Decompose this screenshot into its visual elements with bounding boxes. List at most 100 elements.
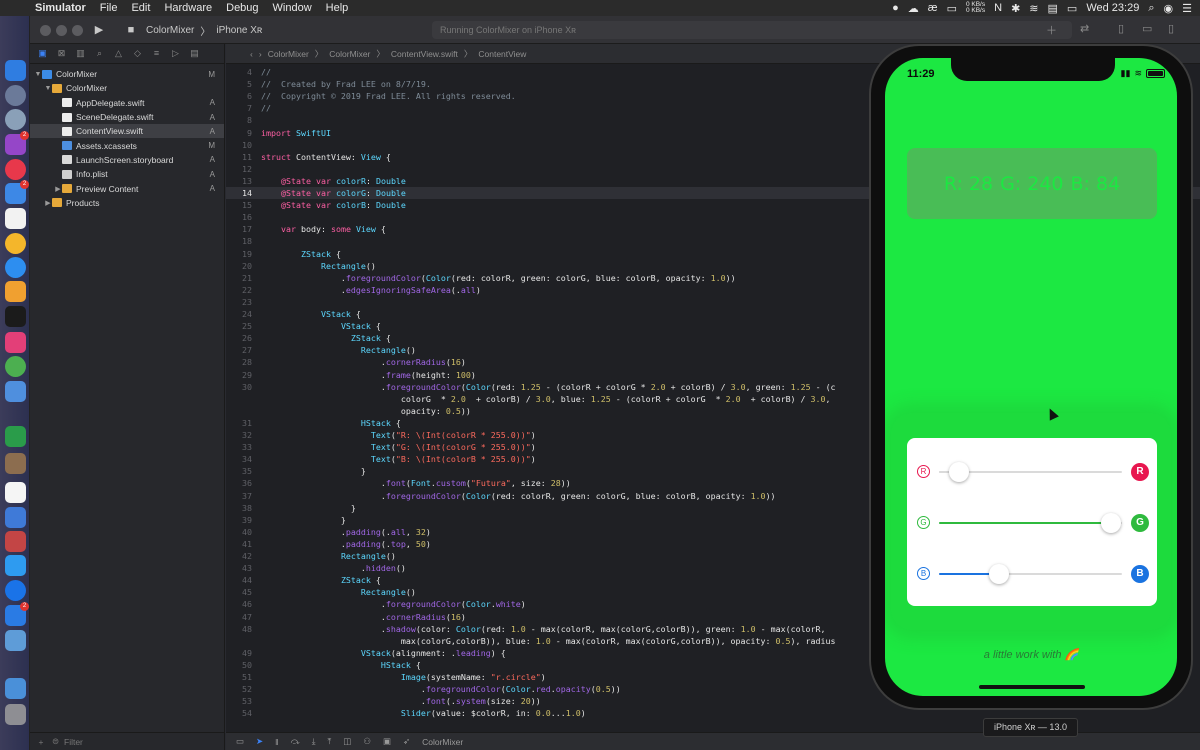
- menu-hardware[interactable]: Hardware: [157, 0, 219, 16]
- menu-window[interactable]: Window: [266, 0, 319, 16]
- music-icon[interactable]: [5, 332, 26, 353]
- green-slider-track[interactable]: [939, 522, 1122, 524]
- menu-edit[interactable]: Edit: [124, 0, 157, 16]
- notion-icon[interactable]: N: [994, 2, 1002, 14]
- disclosure-open-icon[interactable]: ▼: [34, 71, 42, 78]
- report-icon[interactable]: ▤: [188, 48, 201, 59]
- breadcrumb-project[interactable]: ColorMixer: [268, 49, 309, 59]
- notification-center-icon[interactable]: ☰: [1182, 2, 1192, 15]
- pause-icon[interactable]: ‖: [275, 737, 279, 747]
- inspector-toggle-icon[interactable]: ▯: [1168, 22, 1174, 38]
- source-control-icon[interactable]: ⊠: [55, 48, 68, 59]
- add-icon[interactable]: +: [30, 737, 52, 747]
- tree-row-file[interactable]: Info.plist A: [30, 167, 224, 181]
- debug-area-icon[interactable]: ▭: [236, 736, 244, 747]
- tree-row-group[interactable]: ▶ Products: [30, 196, 224, 210]
- battery-icon[interactable]: ▭: [1067, 2, 1077, 15]
- safari-icon[interactable]: [5, 109, 26, 130]
- tree-row-group[interactable]: ▶ Preview Content A: [30, 181, 224, 195]
- sketch-icon[interactable]: [5, 281, 26, 302]
- code-review-icon[interactable]: ⇄: [1080, 22, 1089, 38]
- step-into-icon[interactable]: ⤓: [312, 736, 316, 747]
- downloads-folder-icon[interactable]: [5, 678, 26, 699]
- symbol-icon[interactable]: ▥: [74, 48, 87, 59]
- disclosure-closed-icon[interactable]: ▶: [54, 185, 62, 193]
- debug-icon[interactable]: ≡: [150, 48, 163, 59]
- step-out-icon[interactable]: ⤒: [328, 736, 332, 747]
- bluetooth-icon[interactable]: ✱: [1011, 2, 1020, 15]
- search-icon[interactable]: ⌕: [1148, 2, 1154, 15]
- news-icon[interactable]: [5, 159, 26, 180]
- messages-icon[interactable]: [5, 257, 26, 278]
- simulator-icon[interactable]: 2: [5, 602, 29, 626]
- sequel-icon[interactable]: [5, 453, 26, 474]
- photos-icon[interactable]: [5, 233, 26, 254]
- disclosure-closed-icon[interactable]: ▶: [44, 199, 52, 207]
- breadcrumb-file[interactable]: ContentView.swift: [391, 49, 458, 59]
- location-icon[interactable]: ➶: [403, 736, 410, 747]
- navigator-toggle-icon[interactable]: ▯: [1118, 22, 1124, 38]
- minimize-window-button[interactable]: [56, 25, 67, 36]
- breakpoint-icon[interactable]: ▷: [169, 48, 182, 59]
- dictionary-icon[interactable]: [5, 531, 26, 552]
- tree-row-file[interactable]: SceneDelegate.swift A: [30, 110, 224, 124]
- maps-icon[interactable]: [5, 356, 26, 377]
- green-slider-thumb[interactable]: [1101, 513, 1122, 533]
- back-icon[interactable]: ‹: [250, 49, 253, 59]
- menu-file[interactable]: File: [93, 0, 125, 16]
- tree-row-file[interactable]: AppDelegate.swift A: [30, 96, 224, 110]
- trash-icon[interactable]: [5, 704, 26, 725]
- tree-row-file[interactable]: Assets.xcassets M: [30, 138, 224, 152]
- scheme-selector[interactable]: ColorMixer 〉 iPhone Xʀ: [146, 22, 262, 38]
- debug-area-toggle-icon[interactable]: ▭: [1142, 22, 1152, 38]
- test-icon[interactable]: ◇: [131, 48, 144, 59]
- display-icon[interactable]: ▭: [947, 2, 957, 15]
- memory-graph-icon[interactable]: ⚇: [363, 736, 371, 747]
- zoom-window-button[interactable]: [72, 25, 83, 36]
- tree-row-file-selected[interactable]: ContentView.swift A: [30, 124, 224, 139]
- home-indicator[interactable]: [979, 685, 1085, 689]
- menu-app-name[interactable]: Simulator: [28, 0, 93, 16]
- warning-icon[interactable]: △: [112, 48, 125, 59]
- tree-row-file[interactable]: LaunchScreen.storyboard A: [30, 153, 224, 167]
- location-icon[interactable]: [5, 580, 26, 601]
- record-icon[interactable]: ●: [892, 2, 899, 14]
- tree-row-group[interactable]: ▼ ColorMixer: [30, 81, 224, 95]
- library-icon[interactable]: ＋: [1046, 22, 1057, 38]
- disclosure-open-icon[interactable]: ▼: [44, 85, 52, 92]
- filter-input[interactable]: Filter: [64, 737, 83, 747]
- breadcrumb-group[interactable]: ColorMixer: [329, 49, 370, 59]
- menu-debug[interactable]: Debug: [219, 0, 265, 16]
- step-over-icon[interactable]: ⤼: [291, 736, 300, 747]
- close-window-button[interactable]: [40, 25, 51, 36]
- wifi-icon[interactable]: ≋: [1029, 2, 1038, 15]
- forward-icon[interactable]: ›: [259, 49, 262, 59]
- app-store-icon[interactable]: 2: [5, 180, 29, 204]
- notion-dock-icon[interactable]: [5, 482, 26, 503]
- app-icon[interactable]: [5, 630, 26, 651]
- folder-icon[interactable]: ▣: [36, 48, 49, 59]
- omnifocus-icon[interactable]: 2: [5, 131, 29, 155]
- find-icon[interactable]: ⌕: [93, 48, 106, 59]
- environment-icon[interactable]: ▣: [383, 736, 391, 747]
- siri-icon[interactable]: ◉: [1164, 2, 1174, 15]
- launchpad-icon[interactable]: [5, 85, 26, 106]
- preview-icon[interactable]: [5, 381, 26, 402]
- breakpoints-icon[interactable]: ➤: [256, 736, 263, 747]
- clock[interactable]: Wed 23:29: [1086, 2, 1139, 14]
- flag-icon[interactable]: ▤: [1048, 2, 1058, 15]
- blue-slider-track[interactable]: [939, 573, 1122, 575]
- stop-icon[interactable]: ■: [120, 22, 142, 38]
- xcode-icon[interactable]: [5, 507, 26, 528]
- input-method-icon[interactable]: æ: [928, 2, 938, 14]
- blue-slider-thumb[interactable]: [989, 564, 1010, 584]
- testflight-icon[interactable]: [5, 555, 26, 576]
- run-icon[interactable]: ▶: [88, 22, 110, 38]
- cloud-icon[interactable]: ☁: [908, 2, 919, 15]
- finder-icon[interactable]: [5, 60, 26, 81]
- calendar-icon[interactable]: [5, 208, 26, 229]
- view-hierarchy-icon[interactable]: ◫: [343, 736, 351, 747]
- terminal-icon[interactable]: [5, 306, 26, 327]
- figma-icon[interactable]: [5, 426, 26, 447]
- phone-screen[interactable]: 11:29 ▮▮ ≋ R: 28 G: 240 B: 84 R R G G B …: [885, 58, 1177, 696]
